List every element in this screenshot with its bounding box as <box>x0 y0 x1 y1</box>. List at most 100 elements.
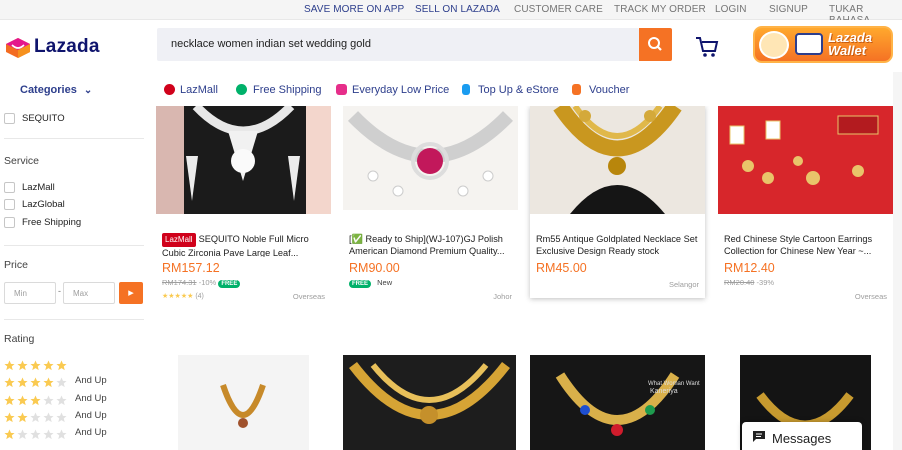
service-checkbox-lazglobal[interactable] <box>4 199 15 210</box>
star-icon <box>30 377 41 388</box>
star-icon <box>4 412 15 423</box>
service-checkbox-free-shipping[interactable] <box>4 217 15 228</box>
price-separator: - <box>58 286 61 296</box>
rating-filter-3[interactable] <box>4 393 69 406</box>
sell-on-lazada-link[interactable]: SELL ON LAZADA <box>415 4 500 15</box>
free-shipping-badge: FREE <box>349 280 372 288</box>
product-image-choker-pearl[interactable] <box>343 106 518 214</box>
phone-icon <box>462 84 470 95</box>
track-my-order-link[interactable]: TRACK MY ORDER <box>614 4 706 15</box>
and-up-label: And Up <box>75 375 107 386</box>
product-image-red-earrings[interactable] <box>718 106 893 214</box>
price-max-input[interactable]: Max <box>63 282 115 304</box>
star-icon <box>56 429 67 440</box>
brand-checkbox-sequito[interactable] <box>4 113 15 124</box>
product-image-layered-gold-necklace[interactable] <box>343 355 516 450</box>
star-icon <box>4 395 15 406</box>
save-more-on-app-link[interactable]: SAVE MORE ON APP <box>304 4 404 15</box>
nav-free-shipping[interactable]: Free Shipping <box>253 84 322 96</box>
star-icon <box>56 395 67 406</box>
rating-filter-4[interactable] <box>4 375 69 388</box>
product-title[interactable]: [✅ Ready to Ship](WJ-107)GJ Polish Ameri… <box>349 233 514 257</box>
promo-nav: LazMall Free Shipping Everyday Low Price… <box>150 72 902 106</box>
product-rating-stars: ★★★★★ (4) <box>162 293 204 300</box>
lazmall-badge: LazMall <box>162 233 196 247</box>
star-icon <box>43 429 54 440</box>
play-arrow-icon: ▸ <box>128 287 134 299</box>
star-icon <box>56 360 67 371</box>
login-link[interactable]: LOGIN <box>715 4 747 15</box>
nav-everyday-low-price[interactable]: Everyday Low Price <box>352 84 449 96</box>
product-image-antique-gold-necklace[interactable] <box>530 106 705 214</box>
logo-text[interactable]: Lazada <box>34 36 100 58</box>
messages-label: Messages <box>772 431 832 446</box>
messages-chat-button[interactable]: Messages <box>742 422 862 450</box>
product-image-gemstone-necklace[interactable]: What Woman Want Kaneriya <box>530 355 705 450</box>
product-price: RM157.12 <box>162 261 220 275</box>
divider <box>4 319 144 320</box>
lazada-logo-icon[interactable] <box>4 36 32 58</box>
wallet-label: Lazada Wallet <box>828 30 873 58</box>
search-icon <box>648 37 662 51</box>
top-bar: SAVE MORE ON APP SELL ON LAZADA CUSTOMER… <box>0 0 902 26</box>
product-card[interactable]: Red Chinese Style Cartoon Earrings Colle… <box>718 106 893 301</box>
price-heading: Price <box>4 259 28 271</box>
svg-text:What Woman Want: What Woman Want <box>648 381 700 387</box>
product-card[interactable]: Rm55 Antique Goldplated Necklace Set Exc… <box>530 106 705 298</box>
chat-icon <box>753 431 765 442</box>
lazada-wallet-banner[interactable]: Lazada Wallet <box>753 26 893 63</box>
product-card[interactable]: LazMall SEQUITO Noble Full Micro Cubic Zi… <box>156 106 331 301</box>
service-heading: Service <box>4 155 40 167</box>
nav-voucher[interactable]: Voucher <box>589 84 629 96</box>
search-button[interactable] <box>639 28 672 61</box>
star-icon <box>4 360 15 371</box>
star-icon <box>43 412 54 423</box>
product-title[interactable]: LazMall SEQUITO Noble Full Micro Cubic Zi… <box>162 233 327 257</box>
service-option-label: LazMall <box>22 182 55 193</box>
price-apply-button[interactable]: ▸ <box>119 282 143 304</box>
product-price: RM12.40 <box>724 261 775 275</box>
rating-filter-1[interactable] <box>4 427 69 440</box>
and-up-label: And Up <box>75 410 107 421</box>
brand-option-label: SEQUITO <box>22 113 65 124</box>
product-old-price: RM174.31 -10% FREE <box>162 278 241 288</box>
and-up-label: And Up <box>75 393 107 404</box>
categories-dropdown[interactable]: Categories ⌄ <box>20 84 92 96</box>
star-icon <box>30 360 41 371</box>
product-price: RM90.00 <box>349 261 400 275</box>
divider <box>4 138 144 139</box>
nav-top-up-estore[interactable]: Top Up & eStore <box>478 84 559 96</box>
star-icon <box>17 429 28 440</box>
product-price: RM45.00 <box>536 261 587 275</box>
product-title[interactable]: Rm55 Antique Goldplated Necklace Set Exc… <box>536 233 701 257</box>
mascot-icon <box>759 31 789 59</box>
heart-icon <box>336 84 347 95</box>
product-card[interactable]: [✅ Ready to Ship](WJ-107)GJ Polish Ameri… <box>343 106 518 301</box>
chevron-down-icon: ⌄ <box>83 85 93 96</box>
rating-filter-5[interactable] <box>4 358 69 371</box>
star-icon <box>4 377 15 388</box>
search-input[interactable]: necklace women indian set wedding gold <box>157 28 639 61</box>
filter-sidebar: Categories ⌄ SEQUITO Service LazMall Laz… <box>0 72 150 450</box>
voucher-icon <box>572 84 581 95</box>
nav-lazmall[interactable]: LazMall <box>180 84 218 96</box>
product-image-gold-necklace-white-bg[interactable] <box>178 355 309 450</box>
star-icon <box>30 412 41 423</box>
star-icon <box>43 395 54 406</box>
product-image-necklace-silver[interactable] <box>156 106 331 214</box>
rating-filter-2[interactable] <box>4 410 69 423</box>
divider <box>4 245 144 246</box>
free-shipping-badge: FREE <box>218 280 241 288</box>
star-icon <box>17 395 28 406</box>
customer-care-link[interactable]: CUSTOMER CARE <box>514 4 603 15</box>
star-icon <box>43 377 54 388</box>
cart-icon[interactable] <box>694 35 720 59</box>
page-scrollbar[interactable] <box>893 72 902 450</box>
svg-text:Kaneriya: Kaneriya <box>650 388 678 395</box>
service-checkbox-lazmall[interactable] <box>4 182 15 193</box>
product-title[interactable]: Red Chinese Style Cartoon Earrings Colle… <box>724 233 889 257</box>
product-location: Johor <box>493 292 512 301</box>
free-shipping-icon <box>236 84 247 95</box>
signup-link[interactable]: SIGNUP <box>769 4 808 15</box>
price-min-input[interactable]: Min <box>4 282 56 304</box>
